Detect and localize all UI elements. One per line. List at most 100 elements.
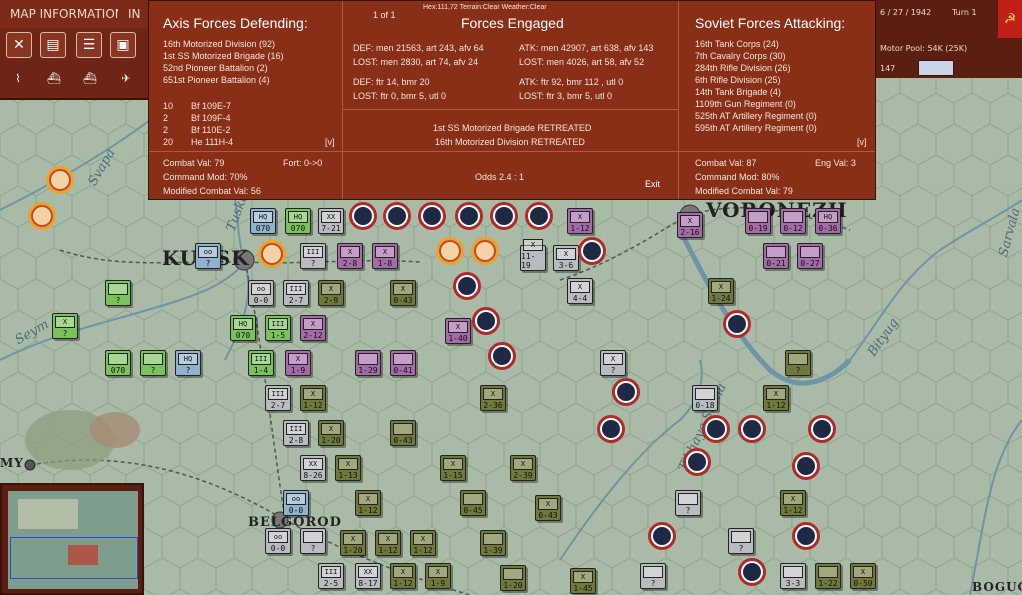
close-icon[interactable]: ✕ [6, 32, 32, 58]
unit-counter[interactable]: X 1-12 [375, 530, 401, 556]
tab-map-information[interactable]: MAP INFORMATION [0, 0, 137, 28]
save-icon[interactable]: ▣ [110, 32, 136, 58]
soviet-tank-marker[interactable] [488, 342, 516, 370]
soviet-tank-marker[interactable] [349, 202, 377, 230]
unit-counter[interactable]: X 1-45 [570, 568, 596, 594]
unit-counter[interactable]: X 2-12 [300, 315, 326, 341]
unit-counter[interactable]: III 2-5 [318, 563, 344, 589]
unit-counter[interactable]: oo 0-0 [265, 528, 291, 554]
unit-counter[interactable]: X 3-6 [553, 245, 579, 271]
unit-counter[interactable]: X 1-15 [440, 455, 466, 481]
unit-counter[interactable]: X 2-9 [318, 280, 344, 306]
unit-counter[interactable]: X 1-9 [425, 563, 451, 589]
unit-counter[interactable]: 1-39 [480, 530, 506, 556]
soviet-tank-marker[interactable] [578, 237, 606, 265]
unit-counter[interactable]: X 1-12 [763, 385, 789, 411]
unit-counter[interactable]: X 1-24 [708, 278, 734, 304]
air-icon[interactable]: ✈ [112, 68, 140, 88]
unit-counter[interactable]: ? [105, 280, 131, 306]
soviet-tank-marker[interactable] [738, 415, 766, 443]
unit-counter[interactable]: X 1-13 [335, 455, 361, 481]
unit-counter[interactable]: X 1-20 [318, 420, 344, 446]
rail-icon[interactable]: ⌇ [4, 68, 32, 88]
minimap-terrain[interactable] [8, 491, 138, 589]
unit-counter[interactable]: X 1-12 [410, 530, 436, 556]
soviet-expand-toggle[interactable]: [v] [857, 137, 867, 147]
unit-counter[interactable]: 0-27 [797, 243, 823, 269]
unit-counter[interactable]: X 4-4 [567, 278, 593, 304]
unit-counter[interactable]: oo? [195, 243, 221, 269]
soviet-tank-marker[interactable] [597, 415, 625, 443]
soviet-tank-marker[interactable] [455, 202, 483, 230]
unit-counter[interactable]: 1-22 [815, 563, 841, 589]
soviet-tank-marker[interactable] [383, 202, 411, 230]
unit-counter[interactable]: X 2-36 [480, 385, 506, 411]
ship-icon[interactable]: ⛴ [76, 68, 104, 88]
unit-counter[interactable]: X 1-20 [340, 530, 366, 556]
unit-counter[interactable]: X? [52, 313, 78, 339]
unit-counter[interactable]: HQ 070 [230, 315, 256, 341]
unit-counter[interactable]: X 11-19 [520, 239, 546, 271]
unit-counter[interactable]: 0-45 [460, 490, 486, 516]
minimap[interactable] [0, 483, 144, 595]
unit-counter[interactable]: X 1-12 [300, 385, 326, 411]
unit-counter[interactable]: 1-20 [500, 565, 526, 591]
unit-counter[interactable]: X 1-9 [285, 350, 311, 376]
unit-counter[interactable]: 0-41 [390, 350, 416, 376]
soviet-tank-marker[interactable] [472, 307, 500, 335]
unit-counter[interactable]: X 1-12 [567, 208, 593, 234]
unit-counter[interactable]: XX 8-17 [355, 563, 381, 589]
soviet-tank-marker[interactable] [612, 378, 640, 406]
unit-counter[interactable]: III 1-4 [248, 350, 274, 376]
unit-counter[interactable]: ? [300, 528, 326, 554]
unit-counter[interactable]: oo 0-0 [248, 280, 274, 306]
unit-counter[interactable]: ? [675, 490, 701, 516]
unit-counter[interactable]: X 2-39 [510, 455, 536, 481]
unit-counter[interactable]: X 1-40 [445, 318, 471, 344]
unit-counter[interactable]: X 0-50 [850, 563, 876, 589]
soviet-tank-marker[interactable] [808, 415, 836, 443]
document-icon[interactable]: ▤ [40, 32, 66, 58]
unit-counter[interactable]: 0-21 [763, 243, 789, 269]
unit-counter[interactable]: III 2-7 [283, 280, 309, 306]
soviet-tank-marker[interactable] [490, 202, 518, 230]
unit-counter[interactable]: XX 8-26 [300, 455, 326, 481]
unit-counter[interactable]: 1-29 [355, 350, 381, 376]
axis-air-marker[interactable] [46, 166, 74, 194]
axis-air-marker[interactable] [258, 240, 286, 268]
ship-icon[interactable]: ⛴ [40, 68, 68, 88]
minimap-viewport[interactable] [10, 537, 138, 579]
axis-air-marker[interactable] [28, 202, 56, 230]
unit-counter[interactable]: III 2-7 [265, 385, 291, 411]
axis-expand-toggle[interactable]: [v] [325, 137, 335, 147]
unit-counter[interactable]: X 0-43 [390, 280, 416, 306]
weather-icon[interactable] [918, 60, 954, 76]
unit-counter[interactable]: X 1-12 [780, 490, 806, 516]
unit-counter[interactable]: X 1-12 [355, 490, 381, 516]
soviet-tank-marker[interactable] [683, 448, 711, 476]
unit-counter[interactable]: HQ 0-36 [815, 208, 841, 234]
unit-counter[interactable]: HQ 070 [285, 208, 311, 234]
soviet-tank-marker[interactable] [418, 202, 446, 230]
unit-counter[interactable]: III 1-5 [265, 315, 291, 341]
unit-counter[interactable]: 0-18 [692, 385, 718, 411]
unit-counter[interactable]: 070 [105, 350, 131, 376]
unit-counter[interactable]: III 2-8 [283, 420, 309, 446]
unit-counter[interactable]: X 2-8 [337, 243, 363, 269]
axis-air-marker[interactable] [436, 237, 464, 265]
unit-counter[interactable]: X? [600, 350, 626, 376]
soviet-tank-marker[interactable] [792, 452, 820, 480]
unit-counter[interactable]: oo 0-0 [283, 490, 309, 516]
soviet-tank-marker[interactable] [648, 522, 676, 550]
list-icon[interactable]: ☰ [76, 32, 102, 58]
soviet-tank-marker[interactable] [702, 415, 730, 443]
soviet-tank-marker[interactable] [738, 558, 766, 586]
unit-counter[interactable]: ? [728, 528, 754, 554]
unit-counter[interactable]: III? [300, 243, 326, 269]
unit-counter[interactable]: HQ 070 [250, 208, 276, 234]
unit-counter[interactable]: 0-12 [780, 208, 806, 234]
unit-counter[interactable]: X 1-8 [372, 243, 398, 269]
unit-counter[interactable]: ? [640, 563, 666, 589]
unit-counter[interactable]: 3-3 [780, 563, 806, 589]
unit-counter[interactable]: ? [785, 350, 811, 376]
